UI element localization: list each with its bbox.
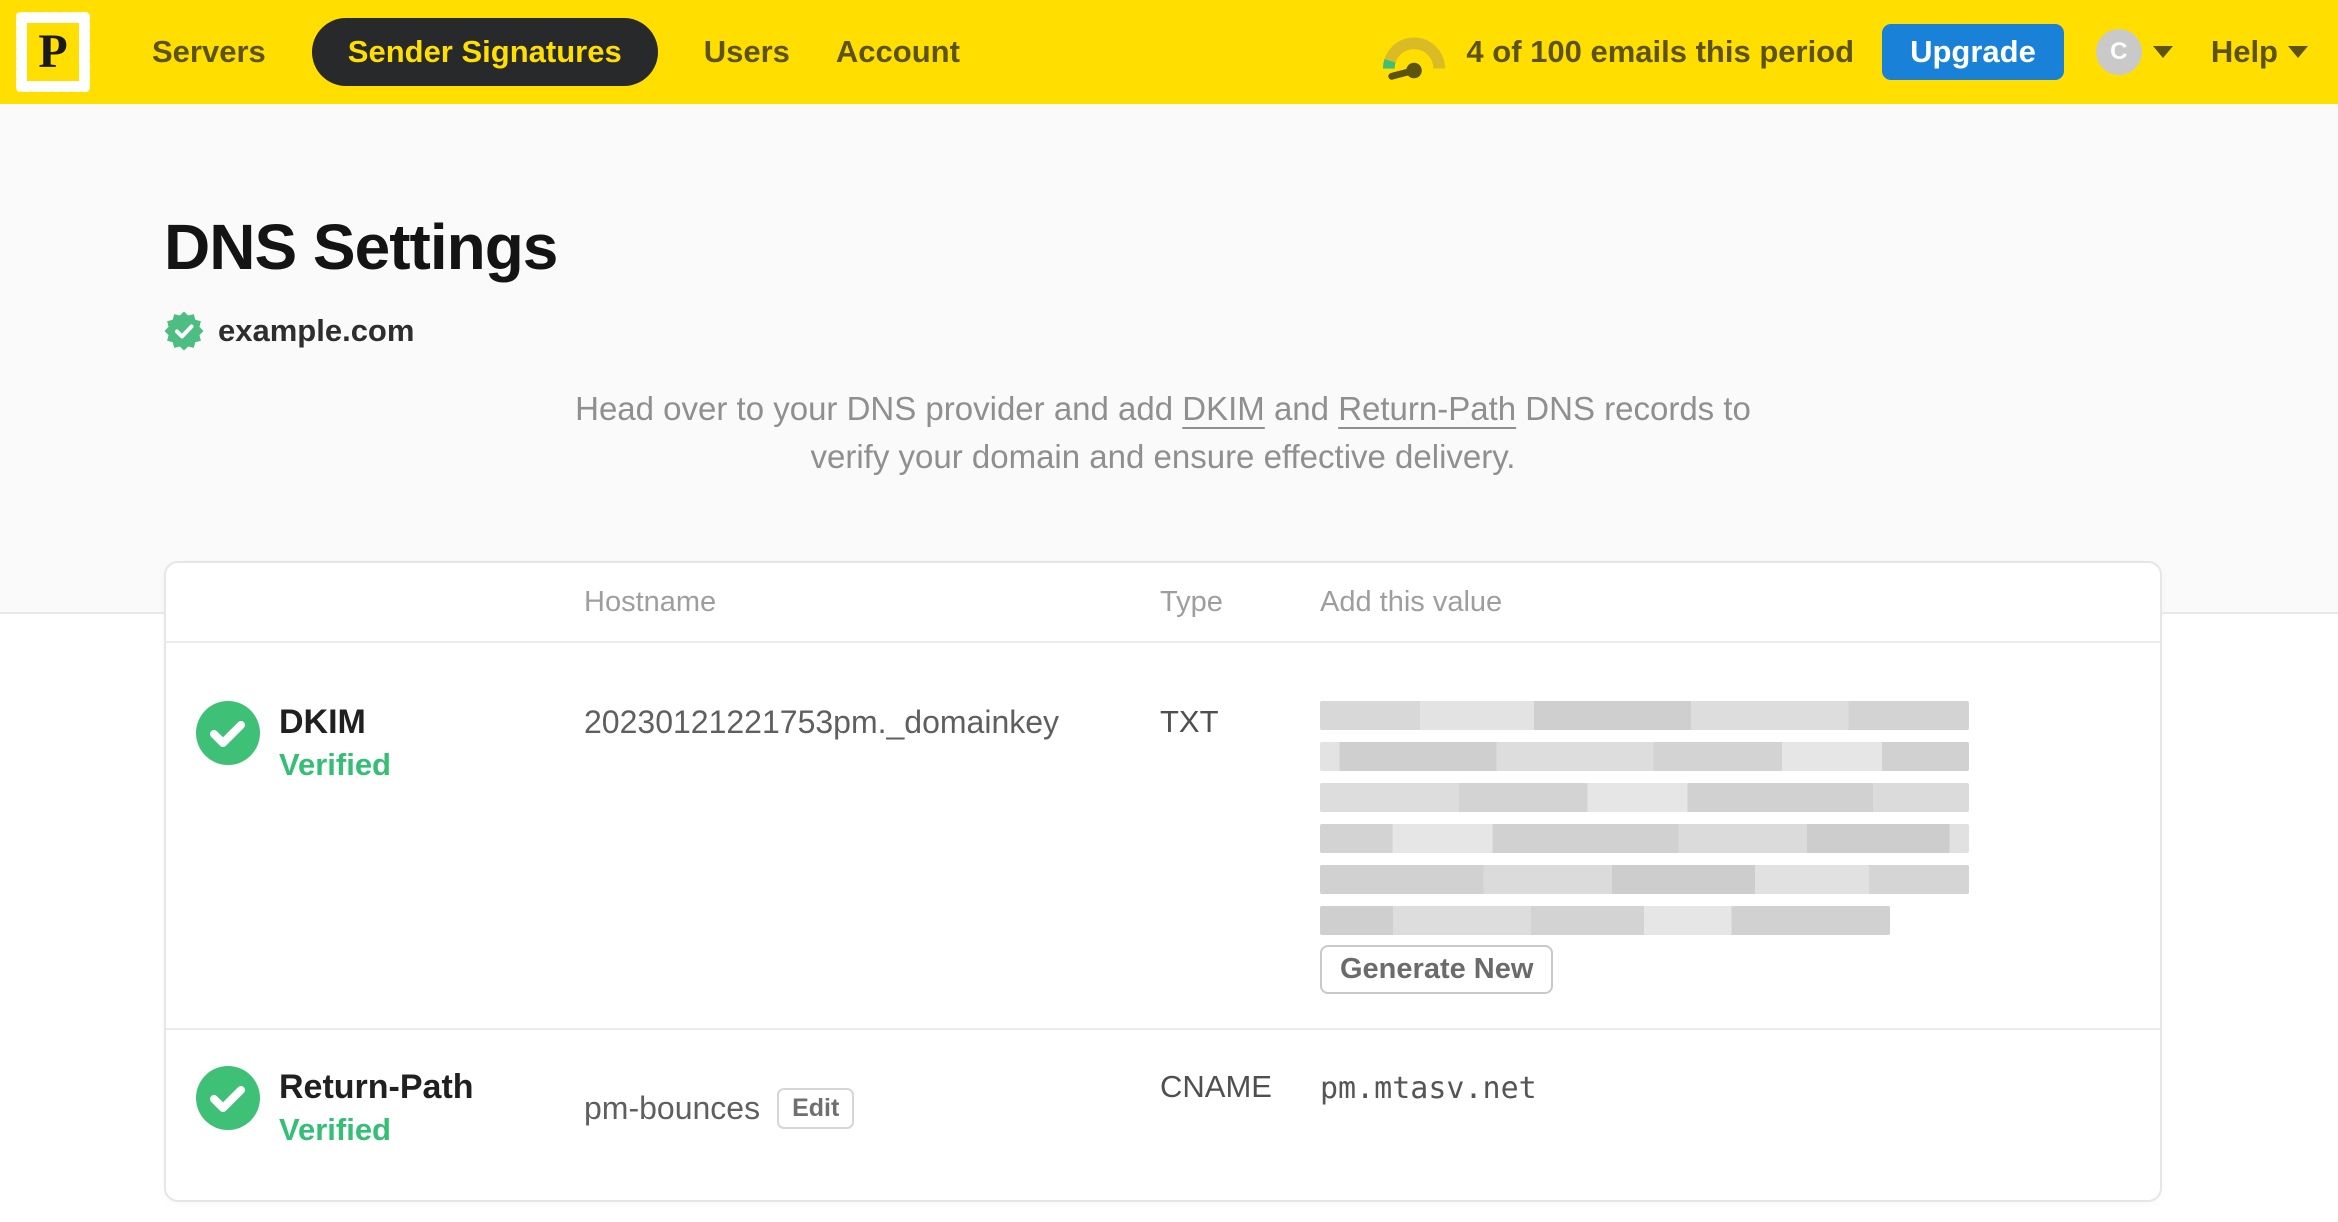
nav-item-sender-signatures[interactable]: Sender Signatures bbox=[311, 18, 658, 86]
redacted-strip bbox=[1320, 701, 1969, 731]
top-navbar: P Servers Sender Signatures Users Accoun… bbox=[0, 0, 2338, 104]
chevron-down-icon bbox=[2288, 46, 2308, 58]
dkim-type: TXT bbox=[1160, 704, 1219, 740]
redacted-strip bbox=[1320, 783, 1969, 813]
page-title: DNS Settings bbox=[164, 211, 558, 283]
account-menu[interactable]: C bbox=[2095, 29, 2173, 75]
nav-item-users[interactable]: Users bbox=[704, 34, 790, 70]
return-path-hostname-cell: pm-bounces Edit bbox=[584, 1066, 1160, 1150]
table-row-dkim: DKIM Verified 20230121221753pm._domainke… bbox=[166, 643, 2160, 1028]
record-name: DKIM bbox=[279, 703, 366, 742]
main-content: DNS Settings example.com Head over to yo… bbox=[0, 104, 2338, 1203]
dkim-redacted-value bbox=[1320, 701, 1969, 936]
help-menu[interactable]: Help bbox=[2211, 34, 2308, 70]
table-row-return-path: Return-Path Verified pm-bounces Edit CNA… bbox=[166, 1028, 2160, 1200]
avatar[interactable]: C bbox=[2095, 29, 2142, 75]
chevron-down-icon bbox=[2152, 46, 2173, 58]
postmark-logo[interactable]: P bbox=[12, 8, 94, 96]
return-path-link[interactable]: Return-Path bbox=[1338, 390, 1516, 427]
usage-text: 4 of 100 emails this period bbox=[1466, 34, 1855, 69]
nav-item-servers[interactable]: Servers bbox=[152, 34, 266, 70]
record-name: Return-Path bbox=[279, 1068, 474, 1107]
domain-row: example.com bbox=[164, 311, 2338, 351]
header-type: Type bbox=[1160, 585, 1223, 618]
help-label: Help bbox=[2210, 34, 2278, 69]
redacted-strip bbox=[1320, 742, 1969, 772]
dkim-status-cell: DKIM Verified bbox=[196, 701, 584, 994]
edit-button[interactable]: Edit bbox=[777, 1087, 855, 1129]
domain-name: example.com bbox=[218, 313, 415, 349]
postmark-logo-inner: P bbox=[27, 23, 79, 81]
return-path-type: CNAME bbox=[1160, 1069, 1272, 1105]
usage-gauge-icon bbox=[1383, 37, 1446, 80]
description-text: and bbox=[1264, 390, 1339, 428]
header-add-this-value: Add this value bbox=[1320, 585, 1503, 618]
description-text: Head over to your DNS provider and add bbox=[575, 390, 1183, 428]
redacted-strip bbox=[1320, 906, 1890, 936]
description-text: DNS records to bbox=[1516, 390, 1751, 428]
description-text: verify your domain and ensure effective … bbox=[810, 438, 1516, 476]
postmark-logo-letter: P bbox=[38, 25, 68, 78]
return-path-value: pm.mtasv.net bbox=[1320, 1071, 1537, 1107]
nav-item-account[interactable]: Account bbox=[836, 34, 960, 70]
status-badge: Verified bbox=[279, 747, 391, 783]
return-path-status-cell: Return-Path Verified bbox=[196, 1066, 584, 1150]
verified-check-icon bbox=[196, 701, 260, 766]
upgrade-button[interactable]: Upgrade bbox=[1882, 24, 2064, 80]
generate-new-button[interactable]: Generate New bbox=[1320, 945, 1554, 995]
verified-seal-icon bbox=[164, 311, 204, 351]
navbar-right-cluster: 4 of 100 emails this period Upgrade C He… bbox=[1382, 23, 2308, 81]
status-badge: Verified bbox=[279, 1112, 391, 1148]
dkim-hostname: 20230121221753pm._domainkey bbox=[584, 704, 1060, 741]
table-header-row: Hostname Type Add this value bbox=[166, 563, 2160, 644]
main-nav: Servers Sender Signatures Users Account bbox=[152, 18, 960, 86]
redacted-strip bbox=[1320, 824, 1969, 854]
page-description: Head over to your DNS provider and add D… bbox=[164, 385, 2162, 481]
dkim-value-cell: Generate New bbox=[1320, 701, 2130, 995]
return-path-hostname: pm-bounces bbox=[584, 1090, 761, 1127]
dkim-link[interactable]: DKIM bbox=[1182, 390, 1265, 427]
redacted-strip bbox=[1320, 865, 1969, 895]
dns-records-card: Hostname Type Add this value DKIM Verifi… bbox=[164, 561, 2162, 1203]
verified-check-icon bbox=[196, 1066, 260, 1131]
header-hostname: Hostname bbox=[584, 585, 717, 618]
